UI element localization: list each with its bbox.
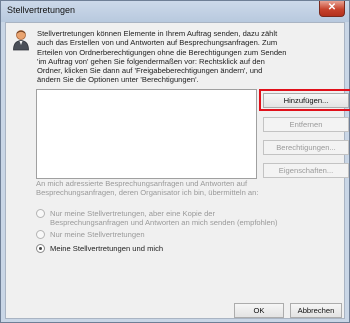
radio-option-delegates-and-me[interactable]: Meine Stellvertretungen und mich bbox=[36, 244, 163, 253]
info-line: 'im Auftrag von' gehen Sie folgendermaße… bbox=[37, 56, 265, 66]
properties-button[interactable]: Eigenschaften... bbox=[263, 163, 349, 178]
description-line: An mich adressierte Besprechungsanfragen… bbox=[36, 179, 248, 188]
info-line: auch das Erstellen von und Antworten auf… bbox=[37, 38, 278, 48]
cancel-button[interactable]: Abbrechen bbox=[290, 303, 342, 318]
remove-button[interactable]: Entfernen bbox=[263, 117, 349, 132]
info-line: ändern Sie die Optionen unter 'Berechtig… bbox=[37, 75, 199, 85]
radio-option-delegates-copy[interactable]: Nur meine Stellvertretungen, aber eine K… bbox=[36, 209, 278, 228]
info-text: Stellvertretungen können Elemente in Ihr… bbox=[37, 29, 337, 85]
radio-option-delegates-only[interactable]: Nur meine Stellvertretungen bbox=[36, 230, 145, 239]
info-line: Ordner, klicken Sie dann auf 'Freigabebe… bbox=[37, 66, 263, 76]
user-icon bbox=[13, 30, 29, 51]
add-button[interactable]: Hinzufügen... bbox=[263, 93, 349, 108]
title-bar[interactable]: Stellvertretungen ✕ bbox=[1, 1, 349, 22]
radio-label-line: Nur meine Stellvertretungen, aber eine K… bbox=[50, 209, 216, 218]
close-button[interactable]: ✕ bbox=[319, 1, 345, 17]
window-title: Stellvertretungen bbox=[7, 5, 76, 15]
delegates-dialog: Stellvertretungen ✕ Stellvertretungen kö… bbox=[0, 0, 350, 323]
radio-button-selected[interactable] bbox=[36, 244, 45, 253]
radio-label: Nur meine Stellvertretungen, aber eine K… bbox=[50, 209, 278, 228]
delegates-listbox[interactable] bbox=[36, 89, 257, 179]
ok-button[interactable]: OK bbox=[234, 303, 284, 318]
radio-label: Nur meine Stellvertretungen bbox=[50, 230, 145, 239]
dialog-body: Stellvertretungen können Elemente in Ihr… bbox=[5, 22, 350, 319]
radio-label: Meine Stellvertretungen und mich bbox=[50, 244, 164, 253]
description-line: Besprechungsanfragen, deren Organisator … bbox=[36, 188, 259, 198]
meeting-requests-description: An mich adressierte Besprechungsanfragen… bbox=[36, 179, 336, 198]
radio-label-line: Besprechungsanfragen und Antworten an mi… bbox=[50, 218, 278, 228]
close-icon: ✕ bbox=[327, 2, 337, 13]
permissions-button[interactable]: Berechtigungen... bbox=[263, 140, 349, 155]
radio-button[interactable] bbox=[36, 230, 45, 239]
info-line: Erteilen von Ordnerberechtigungen ohne d… bbox=[37, 47, 287, 57]
info-line: Stellvertretungen können Elemente in Ihr… bbox=[37, 29, 278, 38]
radio-button[interactable] bbox=[36, 209, 45, 218]
